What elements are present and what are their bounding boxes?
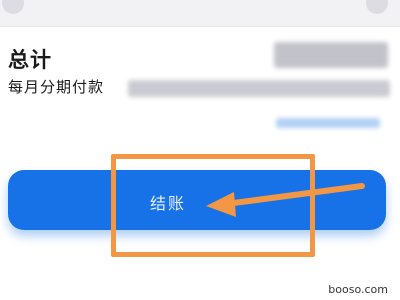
previous-control xyxy=(2,0,24,14)
total-amount-redacted xyxy=(274,42,388,68)
monthly-installment-amount-redacted xyxy=(128,80,390,97)
previous-control xyxy=(366,0,388,14)
section-divider xyxy=(0,26,400,27)
monthly-installment-label: 每月分期付款 xyxy=(8,78,105,96)
previous-section-strip xyxy=(0,0,400,26)
watermark: booso.com xyxy=(328,283,388,296)
total-label: 总计 xyxy=(8,48,52,72)
installment-details-link-redacted[interactable] xyxy=(276,118,380,128)
checkout-button-label: 结账 xyxy=(150,194,187,213)
checkout-button[interactable] xyxy=(8,170,386,230)
